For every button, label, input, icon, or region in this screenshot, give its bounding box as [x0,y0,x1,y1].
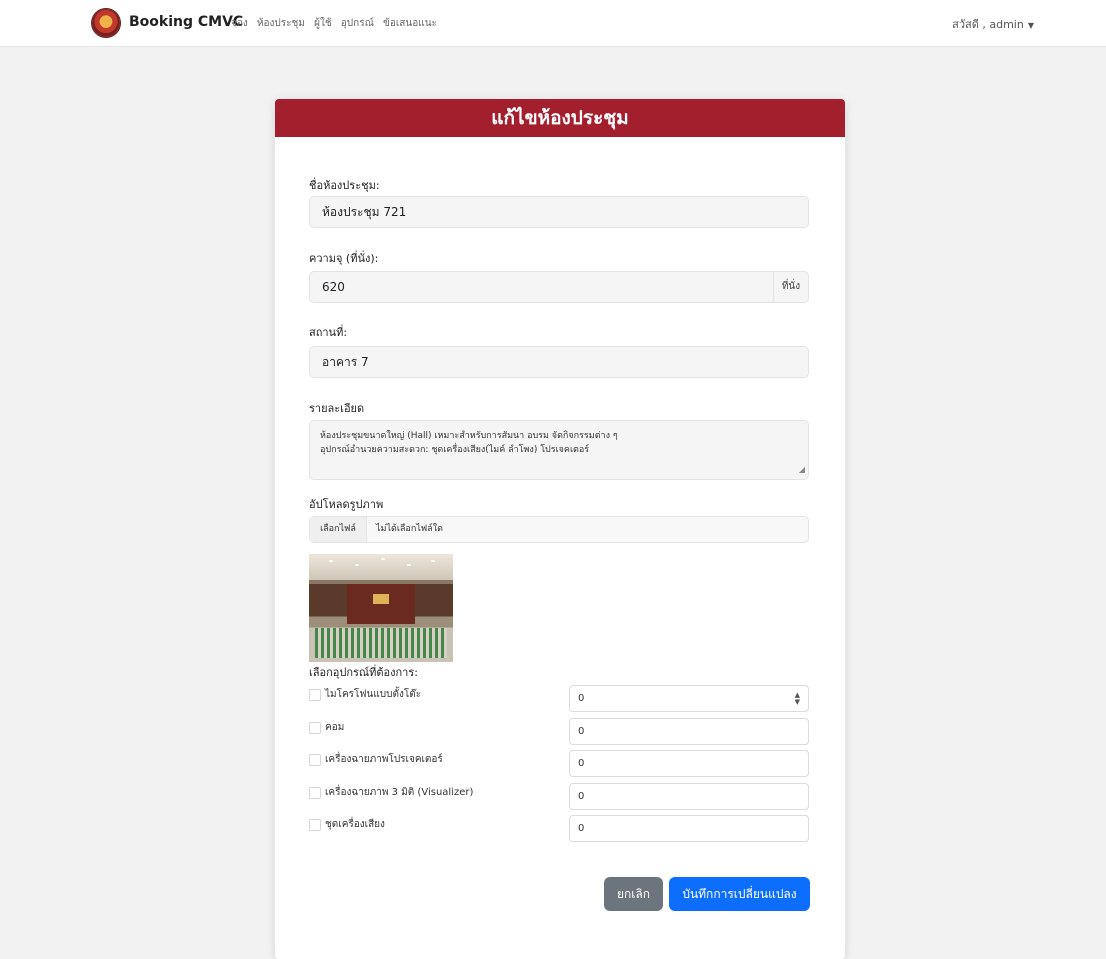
photo-light [407,564,411,566]
nav-link-booking[interactable]: จอง [231,18,248,29]
equipment-qty: 0 [578,791,585,802]
nav-link-users[interactable]: ผู้ใช้ [314,18,332,29]
capacity-group: 620 ที่นั่ง [309,271,809,303]
nav-link-equipment[interactable]: อุปกรณ์ [341,18,374,29]
photo-light [329,560,333,562]
choose-file-button[interactable]: เลือกไฟล์ [310,517,367,542]
save-changes-button[interactable]: บันทึกการเปลี่ยนแปลง [669,877,810,911]
capacity-suffix: ที่นั่ง [773,271,809,303]
location-label: สถานที่: [309,326,348,339]
equipment-row: เครื่องฉายภาพโปรเจคเตอร์ 0 [309,750,809,778]
details-line-2: อุปกรณ์อำนวยความสะดวก: ชุดเครื่องเสียง(ไ… [320,445,590,455]
photo-light [355,564,359,566]
equipment-checkbox[interactable] [309,787,321,799]
nav-link-rooms[interactable]: ห้องประชุม [257,18,305,29]
file-input[interactable]: เลือกไฟล์ ไม่ได้เลือกไฟล์ใด [309,516,809,543]
equipment-row: คอม 0 [309,718,809,746]
user-menu[interactable]: สวัสดี , admin ▼ [952,15,1034,33]
equipment-qty-input[interactable]: 0 [569,815,809,842]
resize-handle-icon[interactable]: ◢ [799,463,805,477]
nav-links: จอง ห้องประชุม ผู้ใช้ อุปกรณ์ ข้อเสนอแนะ [231,16,443,31]
photo-stage [347,584,415,624]
equipment-name: เครื่องฉายภาพโปรเจคเตอร์ [325,754,443,765]
capacity-input[interactable]: 620 [309,271,773,303]
file-status: ไม่ได้เลือกไฟล์ใด [376,524,443,534]
equipment-checkbox[interactable] [309,689,321,701]
equipment-checkbox[interactable] [309,819,321,831]
equipment-qty: 0 [578,693,585,704]
equipment-qty-input[interactable]: 0 [569,783,809,810]
equipment-row: ไมโครโฟนแบบตั้งโต๊ะ 0 ▲ ▼ [309,685,809,713]
equipment-qty-input[interactable]: 0 [569,718,809,745]
equipment-row: เครื่องฉายภาพ 3 มิติ (Visualizer) 0 [309,783,809,811]
equipment-qty: 0 [578,758,585,769]
details-line-1: ห้องประชุมขนาดใหญ่ (Hall) เหมาะสำหรับการ… [320,431,618,441]
cancel-button[interactable]: ยกเลิก [604,877,663,911]
room-name-input[interactable]: ห้องประชุม 721 [309,196,809,228]
user-greeting: สวัสดี , admin [952,18,1024,31]
caret-down-icon: ▼ [1027,21,1034,30]
navbar: Booking CMVC จอง ห้องประชุม ผู้ใช้ อุปกร… [0,0,1106,47]
room-name-label: ชื่อห้องประชุม: [309,179,380,192]
edit-room-card: แก้ไขห้องประชุม ชื่อห้องประชุม: ห้องประช… [275,99,845,959]
upload-label: อัปโหลดรูปภาพ [309,498,384,511]
photo-light [431,560,435,562]
equipment-name: คอม [325,722,345,733]
equipment-qty: 0 [578,823,585,834]
brand-logo[interactable] [92,9,120,37]
equipment-name: เครื่องฉายภาพ 3 มิติ (Visualizer) [325,787,474,798]
equipment-name: ไมโครโฟนแบบตั้งโต๊ะ [325,689,422,700]
room-photo [309,554,453,662]
equipment-qty: 0 [578,726,585,737]
details-textarea[interactable]: ห้องประชุมขนาดใหญ่ (Hall) เหมาะสำหรับการ… [309,420,809,480]
location-input[interactable]: อาคาร 7 [309,346,809,378]
details-label: รายละเอียด [309,402,365,415]
equipment-checkbox[interactable] [309,754,321,766]
photo-chairs [315,628,447,658]
brand-name[interactable]: Booking CMVC [129,14,243,30]
equipment-checkbox[interactable] [309,722,321,734]
photo-light [381,558,385,560]
capacity-label: ความจุ (ที่นั่ง): [309,252,379,265]
equipment-label: เลือกอุปกรณ์ที่ต้องการ: [309,666,418,679]
spinner-icon[interactable]: ▲ ▼ [795,692,800,706]
photo-banner [373,594,389,604]
equipment-row: ชุดเครื่องเสียง 0 [309,815,809,843]
equipment-name: ชุดเครื่องเสียง [325,819,385,830]
equipment-qty-input[interactable]: 0 [569,750,809,777]
form-title: แก้ไขห้องประชุม [275,99,845,137]
nav-link-feedback[interactable]: ข้อเสนอแนะ [383,18,437,29]
equipment-qty-input[interactable]: 0 ▲ ▼ [569,685,809,712]
